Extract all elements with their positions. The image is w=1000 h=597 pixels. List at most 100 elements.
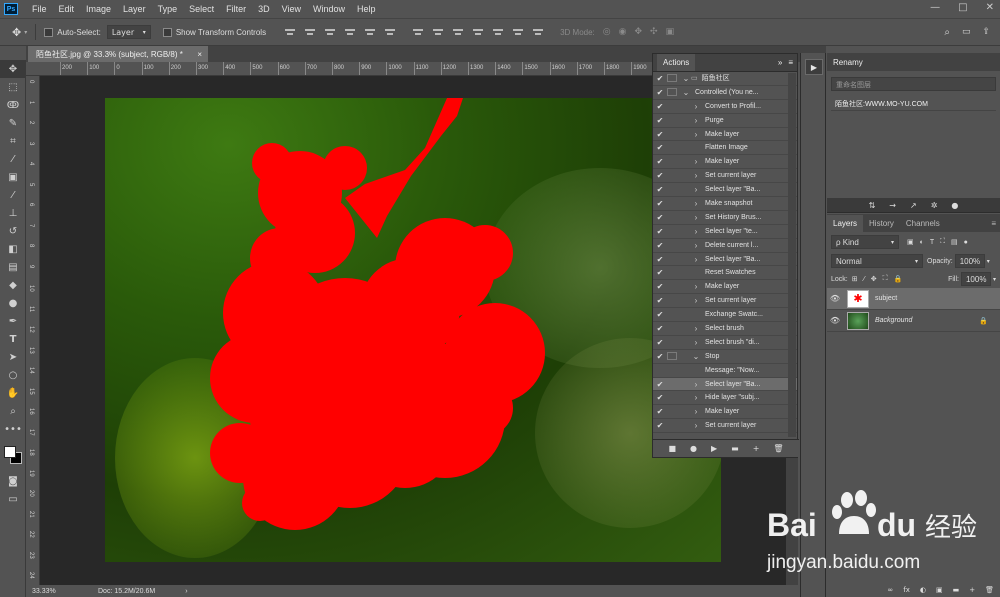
- checkmark-icon[interactable]: ✔: [653, 282, 667, 291]
- actions-scrollbar[interactable]: [788, 73, 796, 437]
- trash-icon[interactable]: 🗑: [773, 444, 783, 453]
- menu-3d[interactable]: 3D: [252, 4, 276, 14]
- arrow-right-icon[interactable]: →: [889, 201, 896, 210]
- auto-select-checkbox[interactable]: [44, 27, 54, 37]
- dialog-toggle-icon[interactable]: [667, 297, 677, 305]
- align-vcenter-icon[interactable]: [305, 27, 316, 37]
- dialog-toggle-icon[interactable]: [667, 199, 677, 207]
- checkmark-icon[interactable]: ✔: [653, 421, 667, 430]
- dialog-toggle-icon[interactable]: [667, 172, 677, 180]
- fill-field[interactable]: 100%: [960, 272, 991, 286]
- chevron-right-icon[interactable]: ›: [691, 380, 701, 389]
- dialog-toggle-icon[interactable]: [667, 394, 677, 402]
- lock-pixels-icon[interactable]: ⁄: [864, 276, 865, 283]
- menu-view[interactable]: View: [276, 4, 307, 14]
- close-tab-icon[interactable]: ×: [197, 50, 202, 59]
- checkmark-icon[interactable]: ✔: [653, 88, 667, 97]
- checkmark-icon[interactable]: ✔: [653, 116, 667, 125]
- action-row[interactable]: ✔ › Set current layer: [653, 169, 797, 184]
- filter-adjust-icon[interactable]: ◐: [920, 239, 924, 246]
- export-icon[interactable]: ↗: [910, 201, 917, 210]
- action-row[interactable]: ✔ ⌄ Stop: [653, 350, 797, 364]
- layer-name[interactable]: subject: [875, 295, 897, 302]
- chevron-right-icon[interactable]: ›: [691, 241, 701, 250]
- chevron-down-icon[interactable]: ▾: [987, 258, 990, 265]
- frame-tool[interactable]: ▣: [0, 168, 26, 186]
- align-bottom-icon[interactable]: [325, 27, 336, 37]
- menu-help[interactable]: Help: [351, 4, 382, 14]
- menu-select[interactable]: Select: [183, 4, 220, 14]
- move-tool-icon[interactable]: ✥: [12, 26, 21, 39]
- dodge-tool[interactable]: ●: [0, 294, 26, 312]
- chevron-right-icon[interactable]: ›: [691, 421, 701, 430]
- chevron-down-icon[interactable]: ⌄: [681, 74, 691, 83]
- eraser-tool[interactable]: ◧: [0, 240, 26, 258]
- 3d-pan-icon[interactable]: ✥: [634, 27, 642, 37]
- action-row[interactable]: Message: "Now...: [653, 364, 797, 378]
- rename-input[interactable]: 重命名图层: [831, 77, 996, 91]
- action-row[interactable]: ✔ › Select layer "te...: [653, 225, 797, 239]
- filter-smart-icon[interactable]: ▤: [951, 238, 958, 246]
- action-row[interactable]: ✔ › Make snapshot: [653, 197, 797, 211]
- dialog-toggle-icon[interactable]: [667, 380, 677, 388]
- checkmark-icon[interactable]: ✔: [653, 296, 667, 305]
- quick-mask-tool[interactable]: ◙: [0, 472, 26, 490]
- lock-all-icon[interactable]: 🔒: [894, 275, 903, 283]
- document-tab[interactable]: 陌鱼社区.jpg @ 33.3% (subject, RGB/8) * ×: [28, 46, 208, 62]
- eyedropper-tool[interactable]: ⁄: [0, 150, 26, 168]
- renamy-tab[interactable]: Renamy: [833, 58, 863, 67]
- auto-select-dropdown[interactable]: Layer ▾: [106, 25, 151, 39]
- align-right-icon[interactable]: [385, 27, 396, 37]
- action-row[interactable]: ✔ › Select brush: [653, 322, 797, 336]
- dialog-toggle-icon[interactable]: [667, 144, 677, 152]
- info-icon[interactable]: ●: [951, 201, 958, 210]
- menu-type[interactable]: Type: [152, 4, 184, 14]
- move-tool[interactable]: ✥: [0, 60, 26, 78]
- action-row[interactable]: ✔ › Set current layer: [653, 294, 797, 309]
- action-row[interactable]: ✔ › Hide layer "subj...: [653, 391, 797, 406]
- chevron-right-icon[interactable]: ›: [691, 130, 701, 139]
- menu-filter[interactable]: Filter: [220, 4, 252, 14]
- fx-icon[interactable]: fx: [903, 586, 910, 594]
- checkmark-icon[interactable]: ✔: [653, 74, 667, 83]
- filter-pixel-icon[interactable]: ▣: [907, 238, 914, 246]
- checkmark-icon[interactable]: ✔: [653, 227, 667, 236]
- zoom-tool[interactable]: ⌕: [0, 402, 26, 420]
- auto-align-icon[interactable]: [533, 27, 544, 37]
- align-hcenter-icon[interactable]: [365, 27, 376, 37]
- chevron-right-icon[interactable]: ›: [691, 296, 701, 305]
- dialog-toggle-icon[interactable]: [667, 324, 677, 332]
- menu-image[interactable]: Image: [80, 4, 117, 14]
- dialog-toggle-icon[interactable]: [667, 213, 677, 221]
- chevron-down-icon[interactable]: ⌄: [691, 352, 701, 361]
- action-row[interactable]: ✔ › Delete current l...: [653, 239, 797, 253]
- chevron-down-icon[interactable]: ▾: [993, 276, 996, 283]
- checkmark-icon[interactable]: ✔: [653, 310, 667, 319]
- checkmark-icon[interactable]: ✔: [653, 393, 667, 402]
- play-panel-button[interactable]: ▶: [805, 59, 823, 75]
- status-menu-arrow[interactable]: ›: [185, 588, 187, 595]
- dialog-toggle-icon[interactable]: [667, 311, 677, 319]
- stamp-tool[interactable]: ⊥: [0, 204, 26, 222]
- tool-preset-chevron-icon[interactable]: ▾: [24, 29, 27, 36]
- filter-toggle-icon[interactable]: ●: [964, 239, 968, 246]
- gradient-tool[interactable]: ▤: [0, 258, 26, 276]
- new-action-icon[interactable]: +: [753, 444, 760, 453]
- 3d-slide-icon[interactable]: ✣: [650, 27, 658, 37]
- chevron-right-icon[interactable]: ›: [691, 171, 701, 180]
- tab-channels[interactable]: Channels: [900, 215, 946, 232]
- dialog-toggle-icon[interactable]: [667, 366, 677, 374]
- align-top-icon[interactable]: [285, 27, 296, 37]
- lasso-tool[interactable]: ↂ: [0, 96, 26, 114]
- checkmark-icon[interactable]: ✔: [653, 338, 667, 347]
- checkmark-icon[interactable]: ✔: [653, 157, 667, 166]
- chevron-right-icon[interactable]: ›: [691, 407, 701, 416]
- tab-history[interactable]: History: [863, 215, 900, 232]
- distribute-hcenter-icon[interactable]: [493, 27, 504, 37]
- share-icon[interactable]: ⇪: [982, 27, 990, 37]
- minimize-icon[interactable]: —: [930, 2, 940, 13]
- more-tools[interactable]: •••: [0, 420, 26, 438]
- workspace-icon[interactable]: ▭: [962, 27, 971, 37]
- chevron-right-icon[interactable]: ›: [691, 102, 701, 111]
- close-window-icon[interactable]: ✕: [986, 2, 994, 13]
